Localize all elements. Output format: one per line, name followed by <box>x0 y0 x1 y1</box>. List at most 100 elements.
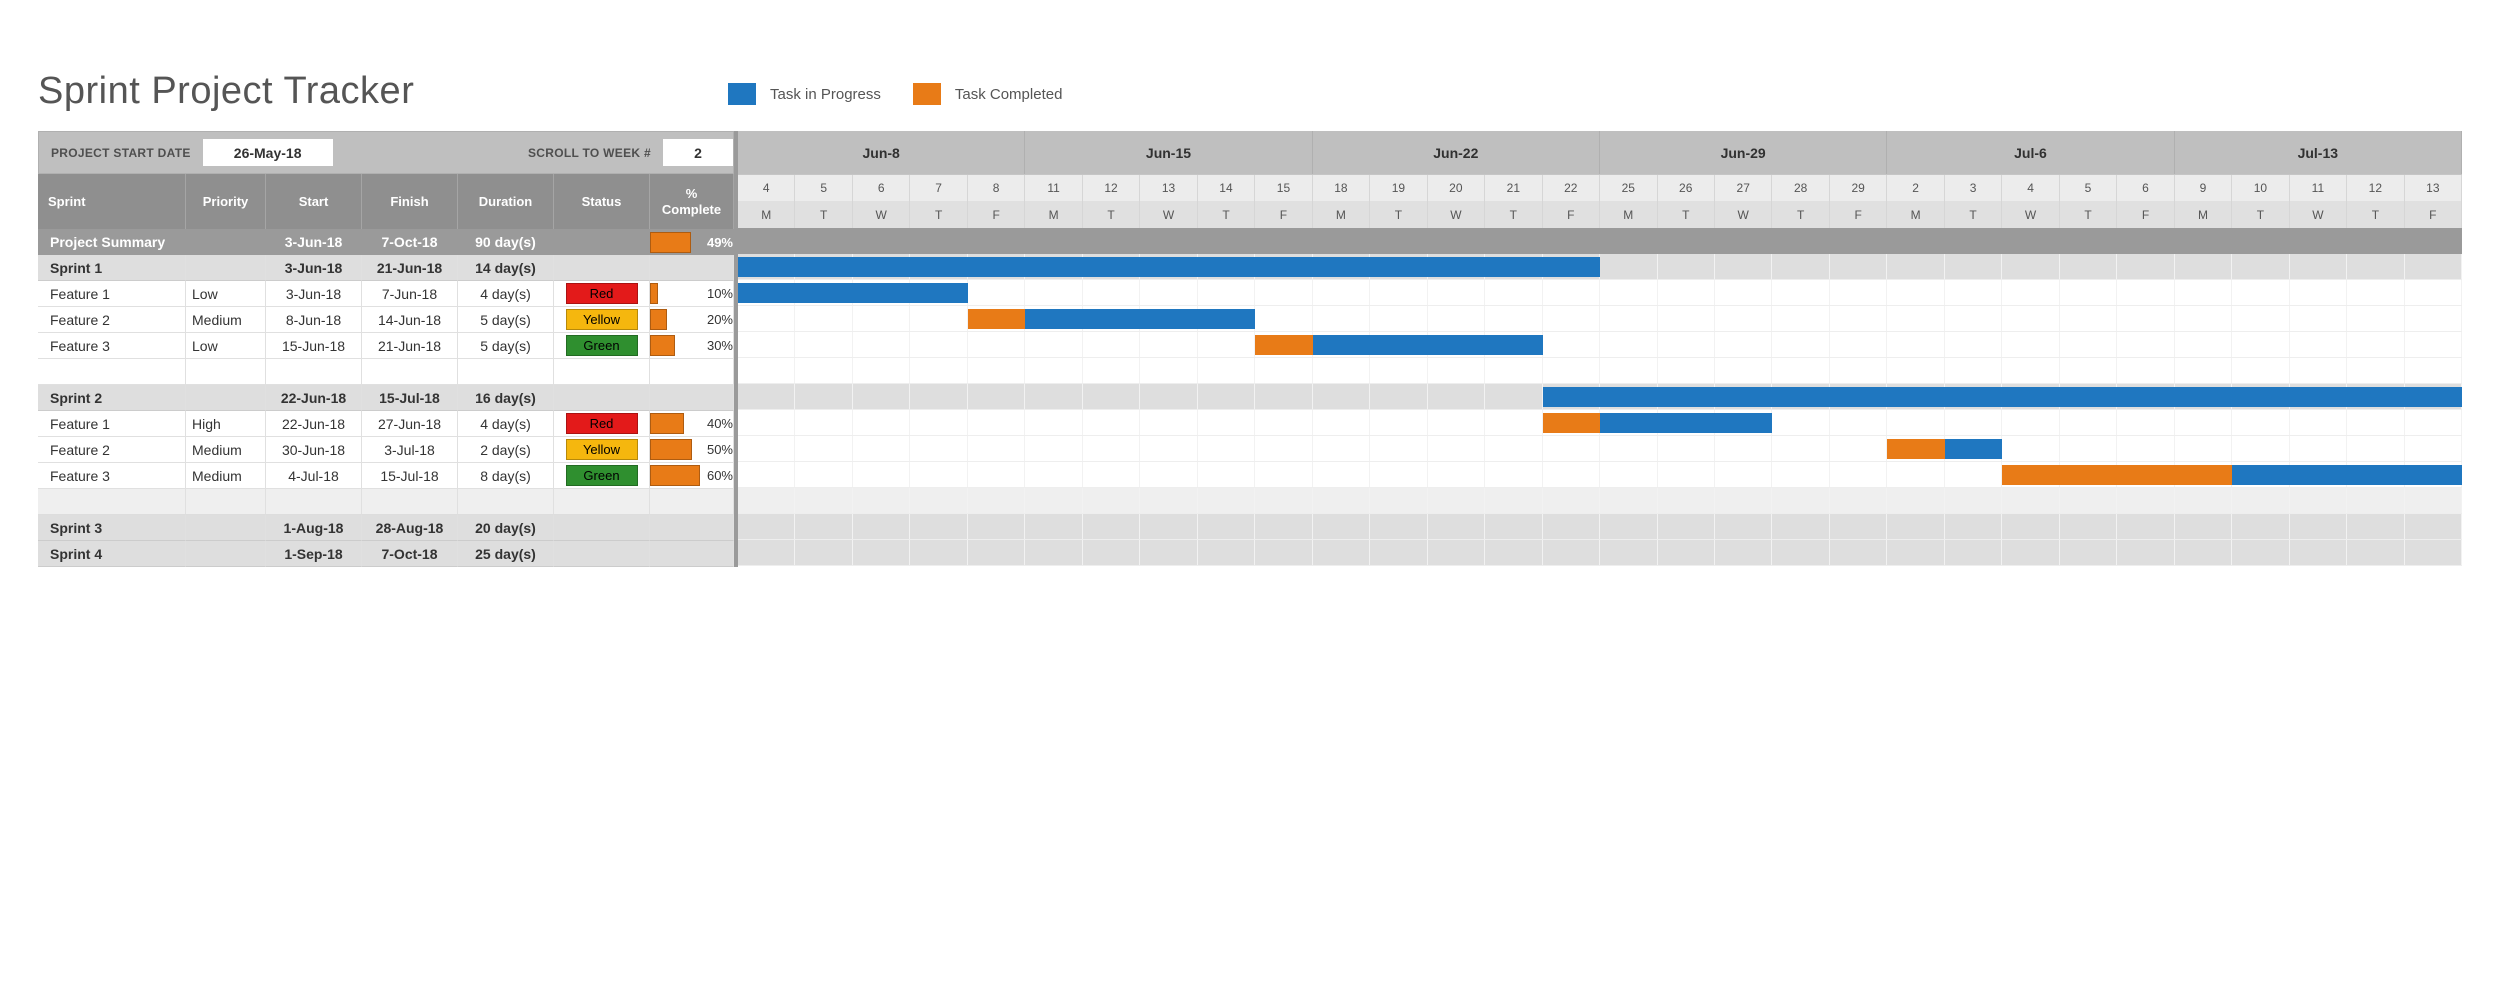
status-pill[interactable]: Green <box>566 465 638 486</box>
cell-duration[interactable]: 4 day(s) <box>458 281 554 307</box>
gantt-bar-completed[interactable] <box>1887 439 1944 459</box>
cell-priority[interactable]: Medium <box>186 437 266 463</box>
cell-pct[interactable] <box>650 515 734 541</box>
cell-finish[interactable]: 21-Jun-18 <box>362 333 458 359</box>
cell-status[interactable]: Green <box>554 333 650 359</box>
day-of-week-cell: F <box>1830 201 1887 228</box>
cell-pct[interactable]: 60% <box>650 463 734 489</box>
cell-pct[interactable] <box>650 385 734 411</box>
cell-duration[interactable]: 5 day(s) <box>458 333 554 359</box>
cell-finish[interactable]: 7-Oct-18 <box>362 541 458 567</box>
gantt-bar-completed[interactable] <box>1543 413 1600 433</box>
cell-priority[interactable] <box>186 541 266 567</box>
gantt-pane[interactable]: Jun-8Jun-15Jun-22Jun-29Jul-6Jul-13 45678… <box>734 131 2462 567</box>
cell-priority[interactable] <box>186 515 266 541</box>
cell-priority[interactable] <box>186 385 266 411</box>
spacer-row <box>38 359 734 385</box>
cell-start[interactable]: 22-Jun-18 <box>266 411 362 437</box>
cell-finish[interactable]: 15-Jul-18 <box>362 385 458 411</box>
cell-status[interactable]: Red <box>554 281 650 307</box>
cell-name[interactable]: Sprint 4 <box>38 541 186 567</box>
cell-finish[interactable]: 15-Jul-18 <box>362 463 458 489</box>
cell-start[interactable]: 1-Sep-18 <box>266 541 362 567</box>
cell-start[interactable]: 3-Jun-18 <box>266 281 362 307</box>
cell-pct[interactable] <box>650 255 734 281</box>
cell-status[interactable]: Yellow <box>554 307 650 333</box>
cell-pct[interactable]: 40% <box>650 411 734 437</box>
cell-status[interactable]: Red <box>554 411 650 437</box>
cell-name[interactable]: Feature 3 <box>38 333 186 359</box>
gantt-bar-completed[interactable] <box>968 309 1025 329</box>
cell-start[interactable]: 15-Jun-18 <box>266 333 362 359</box>
cell-duration[interactable]: 90 day(s) <box>458 229 554 255</box>
cell-pct[interactable]: 49% <box>650 229 734 255</box>
cell-start[interactable]: 1-Aug-18 <box>266 515 362 541</box>
day-number: 20 <box>1428 175 1485 201</box>
cell-priority[interactable]: Low <box>186 281 266 307</box>
cell-start[interactable]: 3-Jun-18 <box>266 255 362 281</box>
cell-start[interactable]: 30-Jun-18 <box>266 437 362 463</box>
cell-pct[interactable]: 20% <box>650 307 734 333</box>
status-pill[interactable]: Yellow <box>566 309 638 330</box>
cell-duration[interactable]: 4 day(s) <box>458 411 554 437</box>
gantt-bar-progress[interactable] <box>738 283 968 303</box>
cell-priority[interactable]: Low <box>186 333 266 359</box>
cell-duration[interactable]: 8 day(s) <box>458 463 554 489</box>
cell-name[interactable]: Feature 2 <box>38 307 186 333</box>
cell-start[interactable]: 4-Jul-18 <box>266 463 362 489</box>
scroll-week-input[interactable]: 2 <box>663 139 733 166</box>
cell-name[interactable]: Sprint 2 <box>38 385 186 411</box>
cell-start[interactable]: 22-Jun-18 <box>266 385 362 411</box>
cell-finish[interactable]: 7-Oct-18 <box>362 229 458 255</box>
status-pill[interactable]: Yellow <box>566 439 638 460</box>
status-pill[interactable]: Green <box>566 335 638 356</box>
gantt-bar-progress[interactable] <box>1543 387 2462 407</box>
cell-name[interactable]: Feature 2 <box>38 437 186 463</box>
cell-priority[interactable]: Medium <box>186 463 266 489</box>
cell-finish[interactable]: 28-Aug-18 <box>362 515 458 541</box>
cell-start[interactable]: 8-Jun-18 <box>266 307 362 333</box>
cell-pct[interactable]: 50% <box>650 437 734 463</box>
cell-finish[interactable]: 14-Jun-18 <box>362 307 458 333</box>
cell-priority[interactable]: High <box>186 411 266 437</box>
cell-finish[interactable]: 7-Jun-18 <box>362 281 458 307</box>
cell-start[interactable]: 3-Jun-18 <box>266 229 362 255</box>
cell-priority[interactable] <box>186 229 266 255</box>
status-pill[interactable]: Red <box>566 283 638 304</box>
cell-finish[interactable]: 27-Jun-18 <box>362 411 458 437</box>
cell-pct[interactable]: 30% <box>650 333 734 359</box>
cell-duration[interactable]: 14 day(s) <box>458 255 554 281</box>
day-number: 12 <box>2347 175 2404 201</box>
status-pill[interactable]: Red <box>566 413 638 434</box>
cell-name[interactable]: Sprint 3 <box>38 515 186 541</box>
cell-name[interactable]: Project Summary <box>38 229 186 255</box>
cell-status[interactable]: Yellow <box>554 437 650 463</box>
cell-status[interactable] <box>554 515 650 541</box>
cell-priority[interactable] <box>186 255 266 281</box>
cell-finish[interactable]: 3-Jul-18 <box>362 437 458 463</box>
cell-duration[interactable]: 2 day(s) <box>458 437 554 463</box>
cell-status[interactable] <box>554 385 650 411</box>
start-date-input[interactable]: 26-May-18 <box>203 139 333 166</box>
cell-status[interactable]: Green <box>554 463 650 489</box>
cell-name[interactable]: Feature 3 <box>38 463 186 489</box>
cell-pct[interactable] <box>650 541 734 567</box>
cell-duration[interactable]: 20 day(s) <box>458 515 554 541</box>
cell-name[interactable]: Feature 1 <box>38 281 186 307</box>
cell-name[interactable]: Feature 1 <box>38 411 186 437</box>
cell-priority[interactable]: Medium <box>186 307 266 333</box>
cell-finish[interactable]: 21-Jun-18 <box>362 255 458 281</box>
cell-duration[interactable]: 25 day(s) <box>458 541 554 567</box>
gantt-bar-completed[interactable] <box>2002 465 2232 485</box>
cell-duration[interactable]: 5 day(s) <box>458 307 554 333</box>
cell-duration[interactable]: 16 day(s) <box>458 385 554 411</box>
day-of-week-cell: M <box>738 201 795 228</box>
cell-status[interactable] <box>554 229 650 255</box>
gantt-bar-progress[interactable] <box>738 257 1600 277</box>
cell-status[interactable] <box>554 541 650 567</box>
cell-pct[interactable]: 10% <box>650 281 734 307</box>
gantt-bar-completed[interactable] <box>1255 335 1312 355</box>
cell-name[interactable]: Sprint 1 <box>38 255 186 281</box>
page-title: Sprint Project Tracker <box>38 70 728 113</box>
cell-status[interactable] <box>554 255 650 281</box>
